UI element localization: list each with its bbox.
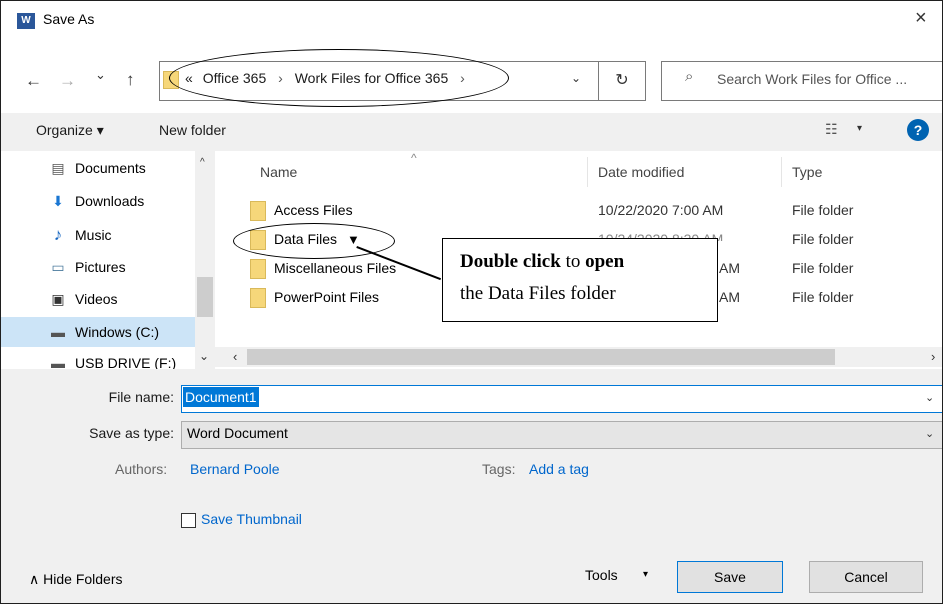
tools-dropdown-chevron-icon[interactable]: ▾: [643, 569, 648, 580]
up-arrow-icon[interactable]: ↑: [126, 70, 135, 90]
list-item-access-files[interactable]: Access Files: [274, 202, 353, 218]
nav-item-label: USB DRIVE (F:): [75, 355, 177, 369]
instruction-callout: Double click to open the Data Files fold…: [442, 238, 718, 322]
list-item-powerpoint-files[interactable]: PowerPoint Files: [274, 289, 379, 305]
save-thumbnail-label[interactable]: Save Thumbnail: [201, 511, 302, 527]
nav-item-videos[interactable]: ▣ Videos: [11, 291, 211, 321]
forward-arrow-icon[interactable]: →: [59, 71, 76, 91]
cancel-button[interactable]: Cancel: [809, 561, 923, 593]
scroll-up-icon[interactable]: ^: [200, 157, 205, 168]
horizontal-scrollbar-thumb[interactable]: [247, 349, 835, 365]
search-icon: ⌕: [685, 68, 694, 85]
scroll-right-icon[interactable]: ›: [931, 349, 935, 364]
pictures-icon: ▭: [51, 259, 65, 275]
filename-input[interactable]: Document1: [183, 387, 259, 407]
list-item-date: AM: [719, 260, 740, 276]
authors-label: Authors:: [115, 461, 168, 477]
column-header-name[interactable]: Name: [260, 164, 297, 180]
refresh-button[interactable]: ↻: [599, 61, 646, 101]
scroll-down-icon[interactable]: ⌄: [199, 349, 209, 363]
view-dropdown-chevron-icon[interactable]: ▾: [857, 123, 862, 134]
dialog-title: Save As: [43, 11, 95, 27]
nav-item-label: Downloads: [75, 193, 145, 209]
new-folder-button[interactable]: New folder: [159, 122, 226, 138]
back-arrow-icon[interactable]: ←: [25, 71, 42, 91]
list-item-date: 10/22/2020 7:00 AM: [598, 202, 724, 218]
close-icon[interactable]: ×: [915, 7, 927, 30]
nav-item-label: Pictures: [75, 259, 126, 275]
save-thumbnail-checkbox[interactable]: [181, 513, 196, 528]
authors-field[interactable]: Bernard Poole: [190, 461, 280, 477]
save-as-dialog: W Save As × ← → ⌄ ↑ « Office 365 › Work …: [0, 0, 943, 604]
document-icon: ▤: [51, 160, 65, 176]
tags-field[interactable]: Add a tag: [529, 461, 589, 477]
list-item-type: File folder: [792, 260, 854, 276]
callout-line-2: the Data Files folder: [460, 283, 616, 304]
filename-dropdown-chevron-icon[interactable]: ⌄: [925, 391, 934, 404]
savetype-select[interactable]: [181, 421, 942, 449]
nav-item-music[interactable]: ♪ Music: [11, 225, 211, 255]
save-button[interactable]: Save: [677, 561, 783, 593]
column-divider[interactable]: [587, 157, 588, 187]
list-item-date: AM: [719, 289, 740, 305]
nav-item-windows-c[interactable]: ▬ Windows (C:): [11, 324, 211, 354]
sort-ascending-icon: ^: [411, 151, 417, 165]
view-options-icon[interactable]: ☷: [825, 121, 838, 138]
list-item-miscellaneous-files[interactable]: Miscellaneous Files: [274, 260, 396, 276]
video-icon: ▣: [51, 291, 65, 307]
data-files-highlight-oval: [233, 223, 395, 259]
list-item-type: File folder: [792, 231, 854, 247]
savetype-value: Word Document: [187, 425, 288, 441]
address-dropdown-chevron-icon[interactable]: ⌄: [571, 71, 581, 85]
nav-item-label: Windows (C:): [75, 324, 160, 340]
nav-item-label: Videos: [75, 291, 118, 307]
callout-bold-text: Double click: [460, 251, 561, 272]
nav-item-documents[interactable]: ▤ Documents: [11, 160, 211, 190]
music-icon: ♪: [53, 225, 63, 244]
scroll-left-icon[interactable]: ‹: [233, 349, 237, 364]
organize-button[interactable]: Organize ▾: [36, 122, 104, 139]
address-highlight-oval: [169, 49, 509, 107]
word-app-icon: W: [17, 13, 35, 29]
column-divider[interactable]: [781, 157, 782, 187]
command-toolbar: [1, 113, 942, 151]
folder-icon: [250, 201, 266, 221]
nav-item-usb-drive[interactable]: ▬ USB DRIVE (F:): [11, 355, 211, 369]
savetype-label: Save as type:: [89, 425, 174, 441]
tools-button[interactable]: Tools: [585, 567, 618, 583]
download-icon: ⬇: [52, 193, 64, 209]
folder-icon: [250, 259, 266, 279]
column-header-type[interactable]: Type: [792, 164, 822, 180]
drive-icon: ▬: [51, 324, 65, 340]
nav-item-label: Documents: [75, 160, 146, 176]
callout-bold-text: open: [585, 251, 625, 272]
tags-label: Tags:: [482, 461, 516, 477]
filename-label: File name:: [108, 389, 174, 405]
savetype-dropdown-chevron-icon[interactable]: ⌄: [925, 427, 934, 440]
list-item-type: File folder: [792, 202, 854, 218]
help-icon[interactable]: ?: [907, 119, 929, 141]
pointer-arrow-icon: ▼: [347, 232, 360, 247]
recent-locations-chevron-icon[interactable]: ⌄: [95, 67, 106, 83]
folder-icon: [250, 288, 266, 308]
list-item-type: File folder: [792, 289, 854, 305]
nav-pane-scrollbar[interactable]: [195, 151, 215, 369]
nav-item-downloads[interactable]: ⬇ Downloads: [11, 193, 211, 223]
nav-pane-scrollbar-thumb[interactable]: [197, 277, 213, 317]
callout-line-1: Double click to open: [460, 251, 624, 273]
usb-drive-icon: ▬: [51, 355, 65, 369]
search-input[interactable]: Search Work Files for Office ...: [717, 71, 907, 87]
callout-text: to: [560, 251, 586, 272]
nav-item-pictures[interactable]: ▭ Pictures: [11, 259, 211, 289]
hide-folders-button[interactable]: ∧ Hide Folders: [29, 571, 123, 588]
filename-field[interactable]: [181, 385, 942, 413]
column-header-date[interactable]: Date modified: [598, 164, 684, 180]
nav-item-label: Music: [75, 227, 112, 243]
